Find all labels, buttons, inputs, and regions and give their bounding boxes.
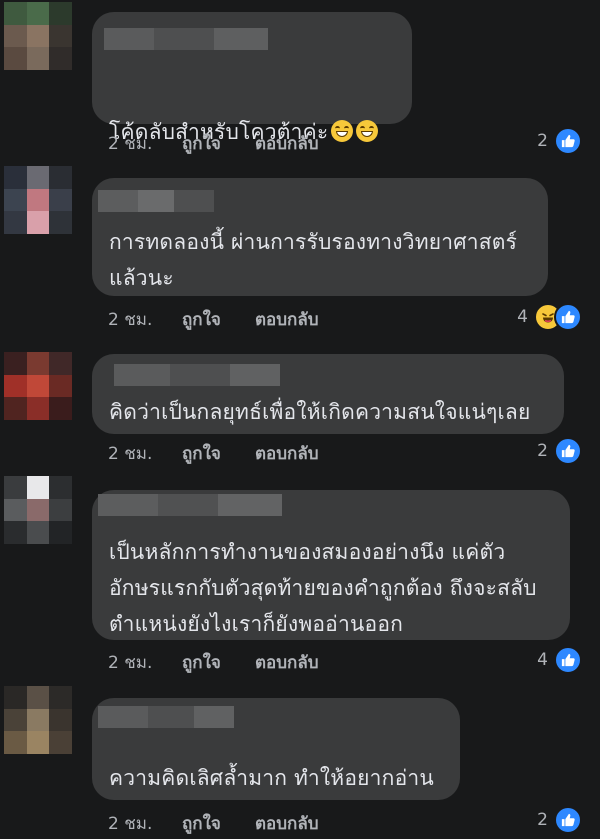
grinning-face-emoji xyxy=(331,120,354,142)
comment-actions: 2 ชม. ถูกใจ ตอบกลับ xyxy=(108,648,319,676)
author-name-blurred[interactable] xyxy=(98,494,282,516)
reply-button[interactable]: ตอบกลับ xyxy=(255,130,319,157)
comment-actions: 2 ชม. ถูกใจ ตอบกลับ xyxy=(108,439,319,467)
comment-time[interactable]: 2 ชม. xyxy=(108,130,182,157)
like-button[interactable]: ถูกใจ xyxy=(182,130,255,157)
reaction-summary[interactable]: 2 xyxy=(537,806,582,834)
reply-button[interactable]: ตอบกลับ xyxy=(255,810,319,837)
like-icon xyxy=(554,437,582,465)
comment-text: ความคิดเลิศล้ำมาก ทำให้อยากอ่าน xyxy=(109,766,434,790)
grinning-face-emoji xyxy=(356,120,379,142)
like-icon xyxy=(554,646,582,674)
avatar[interactable] xyxy=(4,686,72,754)
comment-actions: 2 ชม. ถูกใจ ตอบกลับ xyxy=(108,129,319,157)
reply-button[interactable]: ตอบกลับ xyxy=(255,649,319,676)
comment-bubble: การทดลองนี้ ผ่านการรับรองทางวิทยาศาสตร์ … xyxy=(92,178,548,296)
comment-time[interactable]: 2 ชม. xyxy=(108,810,182,837)
author-name-blurred[interactable] xyxy=(98,706,234,728)
avatar[interactable] xyxy=(4,166,72,234)
avatar[interactable] xyxy=(4,476,72,544)
comment-actions: 2 ชม. ถูกใจ ตอบกลับ xyxy=(108,305,319,333)
avatar[interactable] xyxy=(4,2,72,70)
reaction-summary[interactable]: 2 xyxy=(537,127,582,155)
comment-bubble: คิดว่าเป็นกลยุทธ์เพื่อให้เกิดความสนใจแน่… xyxy=(92,354,564,434)
like-button[interactable]: ถูกใจ xyxy=(182,306,255,333)
comment-actions: 2 ชม. ถูกใจ ตอบกลับ xyxy=(108,809,319,837)
comment-time[interactable]: 2 ชม. xyxy=(108,440,182,467)
reply-button[interactable]: ตอบกลับ xyxy=(255,440,319,467)
like-icon xyxy=(554,127,582,155)
like-button[interactable]: ถูกใจ xyxy=(182,440,255,467)
like-icon xyxy=(554,806,582,834)
comment-text: คิดว่าเป็นกลยุทธ์เพื่อให้เกิดความสนใจแน่… xyxy=(109,400,531,424)
reaction-count: 2 xyxy=(537,810,548,830)
comment-text: เป็นหลักการทำงานของสมองอย่างนึง แค่ตัว อ… xyxy=(109,540,537,636)
reaction-count: 4 xyxy=(537,650,548,670)
comment-bubble: ความคิดเลิศล้ำมาก ทำให้อยากอ่าน xyxy=(92,698,460,800)
comment-bubble: โค้ดลับสำหรับโควต้าค่ะ xyxy=(92,12,412,144)
like-button[interactable]: ถูกใจ xyxy=(182,649,255,676)
author-name-blurred[interactable] xyxy=(104,28,268,50)
author-name-blurred[interactable] xyxy=(98,190,214,212)
author-name-blurred[interactable] xyxy=(114,364,280,386)
reaction-count: 2 xyxy=(537,441,548,461)
comment-time[interactable]: 2 ชม. xyxy=(108,306,182,333)
like-button[interactable]: ถูกใจ xyxy=(182,810,255,837)
avatar[interactable] xyxy=(4,352,72,420)
comment-text: การทดลองนี้ ผ่านการรับรองทางวิทยาศาสตร์ … xyxy=(109,230,518,290)
reaction-summary[interactable]: 4 xyxy=(537,646,582,674)
like-icon xyxy=(554,303,582,331)
reaction-summary[interactable]: 2 xyxy=(537,437,582,465)
reaction-count: 4 xyxy=(517,307,528,327)
comment-bubble: เป็นหลักการทำงานของสมองอย่างนึง แค่ตัว อ… xyxy=(92,490,570,640)
reply-button[interactable]: ตอบกลับ xyxy=(255,306,319,333)
comment-time[interactable]: 2 ชม. xyxy=(108,649,182,676)
reaction-count: 2 xyxy=(537,131,548,151)
reaction-summary[interactable]: 4 xyxy=(517,303,582,331)
